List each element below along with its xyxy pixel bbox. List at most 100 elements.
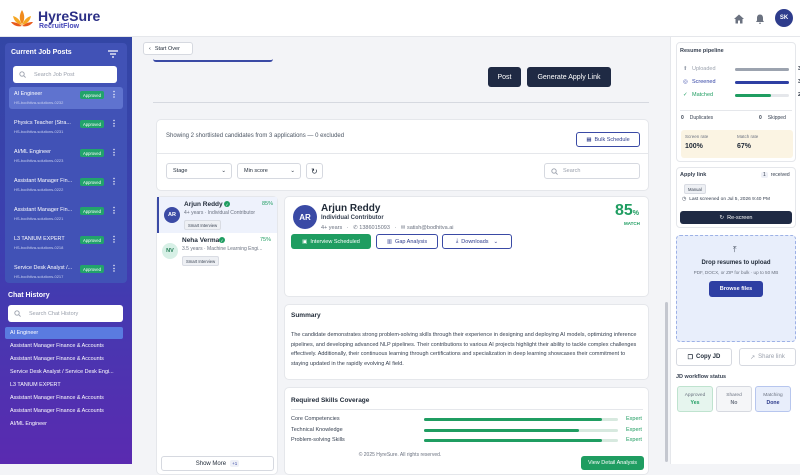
smart-interview-badge: Smart Interview	[182, 256, 220, 266]
manual-badge: Manual	[684, 184, 706, 194]
duplicates-stat: 0 Duplicates	[681, 115, 713, 121]
job-posts-panel: Current Job Posts Search Job Post AI Eng…	[5, 43, 127, 283]
brand-tagline: RecruitFlow	[39, 23, 80, 30]
search-icon	[551, 167, 558, 175]
refresh-button[interactable]: ↻	[306, 163, 323, 179]
job-post-title: AI/ML Engineer	[14, 149, 51, 155]
candidate-item[interactable]: NV Neha Verma ✓ 75% 3.5 years · Machine Lear…	[157, 233, 277, 269]
interview-scheduled-button[interactable]: ▣ Interview Scheduled	[291, 234, 371, 249]
chevron-down-icon: ⌄	[221, 168, 226, 174]
job-post-item[interactable]: AI Engineer HS-bodhitva-solutions-0232 App…	[9, 87, 123, 109]
candidate-name: Arjun Reddy	[184, 201, 223, 208]
skipped-stat: 0 Skipped	[759, 115, 786, 121]
more-options-icon[interactable]: ⋮	[110, 119, 118, 128]
rescreen-button[interactable]: ↻ Re-screen	[680, 211, 792, 224]
stage-filter-select[interactable]: Stage ⌄	[166, 163, 232, 179]
job-post-item[interactable]: AI/ML Engineer HS-bodhitva-solutions-0223…	[9, 145, 123, 167]
sidebar: Current Job Posts Search Job Post AI Eng…	[0, 37, 132, 464]
generate-apply-link-button[interactable]: Generate Apply Link	[527, 67, 611, 87]
status-badge: Approved	[80, 91, 104, 99]
browse-files-button[interactable]: Browse files	[709, 281, 763, 297]
match-label: MATCH	[624, 221, 640, 226]
bulk-schedule-button[interactable]: ▦ Bulk Schedule	[576, 132, 640, 147]
min-score-filter-select[interactable]: Min score ⌄	[237, 163, 301, 179]
candidate-meta: 3.5 years · Machine Learning Engi...	[182, 246, 263, 252]
chat-history-item[interactable]: AI Engineer	[5, 327, 123, 339]
start-over-button[interactable]: ‹ Start Over	[143, 42, 193, 55]
job-post-id: HS-bodhitva-solutions-0221	[14, 216, 64, 221]
skill-coverage-fill	[424, 439, 603, 442]
more-options-icon[interactable]: ⋮	[110, 235, 118, 244]
job-post-item[interactable]: Assistant Manager Fin... HS-bodhitva-solu…	[9, 203, 123, 225]
chat-history-item[interactable]: Assistant Manager Finance & Accounts	[5, 392, 123, 404]
candidate-avatar: NV	[162, 243, 178, 259]
status-badge: Approved	[80, 178, 104, 186]
chat-history-item[interactable]: Assistant Manager Finance & Accounts	[5, 340, 123, 352]
status-badge: Approved	[80, 120, 104, 128]
copy-jd-button[interactable]: ❐ Copy JD	[676, 348, 732, 366]
smart-interview-badge: Smart Interview	[184, 220, 222, 230]
chat-history-item[interactable]: Assistant Manager Finance & Accounts	[5, 405, 123, 417]
skill-level: Expert	[626, 426, 642, 433]
pipeline-bar	[735, 94, 789, 97]
chat-history-item[interactable]: L3 TANIUM EXPERT	[5, 379, 123, 391]
bulk-schedule-label: Bulk Schedule	[594, 136, 630, 143]
more-options-icon[interactable]: ⋮	[110, 264, 118, 273]
dropzone-title: Drop resumes to upload	[701, 260, 771, 266]
summary-body: The candidate demonstrates strong proble…	[291, 332, 637, 367]
job-post-id: HS-bodhitva-solutions-0217	[14, 274, 64, 279]
job-post-id: HS-bodhitva-solutions-0232	[14, 100, 64, 105]
candidate-score: 75%	[260, 237, 272, 243]
gap-analysis-label: Gap Analysis	[395, 238, 428, 245]
candidate-avatar: AR	[164, 207, 180, 223]
chat-history-item[interactable]: Assistant Manager Finance & Accounts	[5, 353, 123, 365]
verified-icon: ✓	[224, 201, 230, 207]
candidate-name: Arjun Reddy	[321, 203, 381, 214]
more-options-icon[interactable]: ⋮	[110, 148, 118, 157]
job-post-id: HS-bodhitva-solutions-0231	[14, 129, 64, 134]
chat-search-input[interactable]: Search Chat History	[8, 305, 123, 322]
pipeline-bar-fill	[735, 94, 772, 97]
downloads-button[interactable]: ⤓ Downloads ⌄	[442, 234, 512, 249]
status-badge: Approved	[80, 207, 104, 215]
bell-icon[interactable]	[754, 13, 766, 25]
candidate-detail-header: AR Arjun Reddy Individual Contributor 4+…	[284, 196, 649, 297]
home-icon[interactable]	[733, 13, 745, 25]
dropzone-subtitle: PDF, DOCX, or ZIP for bulk · up to 50 MB	[693, 270, 779, 275]
candidate-item[interactable]: AR Arjun Reddy ✓ 85% 4+ years · Individual C…	[157, 197, 277, 233]
job-search-input[interactable]: Search Job Post	[13, 66, 117, 83]
share-link-button[interactable]: ↗ Share link	[739, 348, 796, 366]
job-post-item[interactable]: Service Desk Analyst /... HS-bodhitva-sol…	[9, 261, 123, 283]
view-detail-analysis-button[interactable]: View Detail Analysis	[581, 456, 644, 470]
candidates-header-card: Showing 2 shortlisted candidates from 3 …	[156, 119, 649, 191]
share-link-label: Share link	[758, 354, 785, 360]
scrollbar[interactable]	[665, 302, 668, 462]
job-post-item[interactable]: L3 TANIUM EXPERT HS-bodhitva-solutions-02…	[9, 232, 123, 254]
resume-dropzone[interactable]: ⤒ Drop resumes to upload PDF, DOCX, or Z…	[676, 235, 796, 342]
chat-history-item[interactable]: AI/ML Engineer	[5, 418, 123, 430]
job-post-item[interactable]: Physics Teacher (Stra... HS-bodhitva-solu…	[9, 116, 123, 138]
job-post-item[interactable]: Assistant Manager Fin... HS-bodhitva-solu…	[9, 174, 123, 196]
candidate-search-input[interactable]: Search	[544, 163, 640, 179]
candidate-role: Individual Contributor	[207, 210, 256, 216]
filter-icon[interactable]	[108, 50, 118, 58]
match-score-number: 85	[615, 202, 633, 219]
more-options-icon[interactable]: ⋮	[110, 177, 118, 186]
match-score-unit: %	[632, 210, 640, 217]
pipeline-row: ◎ Screened 3	[683, 79, 800, 88]
post-button[interactable]: Post	[488, 67, 521, 87]
skills-title: Required Skills Coverage	[291, 397, 370, 404]
more-options-icon[interactable]: ⋮	[110, 90, 118, 99]
form-edge	[153, 57, 273, 62]
duplicates-label: Duplicates	[689, 115, 714, 121]
skill-coverage-fill	[424, 428, 580, 432]
more-options-icon[interactable]: ⋮	[110, 206, 118, 215]
candidate-list: AR Arjun Reddy ✓ 85% 4+ years · Individual C…	[156, 196, 278, 475]
gap-analysis-button[interactable]: ▥ Gap Analysis	[376, 234, 438, 249]
calendar-check-icon: ▣	[302, 238, 308, 245]
divider	[680, 110, 792, 111]
chat-history-item[interactable]: Service Desk Analyst / Service Desk Engi…	[5, 366, 123, 378]
job-post-title: L3 TANIUM EXPERT	[14, 236, 65, 242]
user-avatar[interactable]: SK	[775, 9, 793, 27]
skill-level: Expert	[626, 437, 642, 443]
